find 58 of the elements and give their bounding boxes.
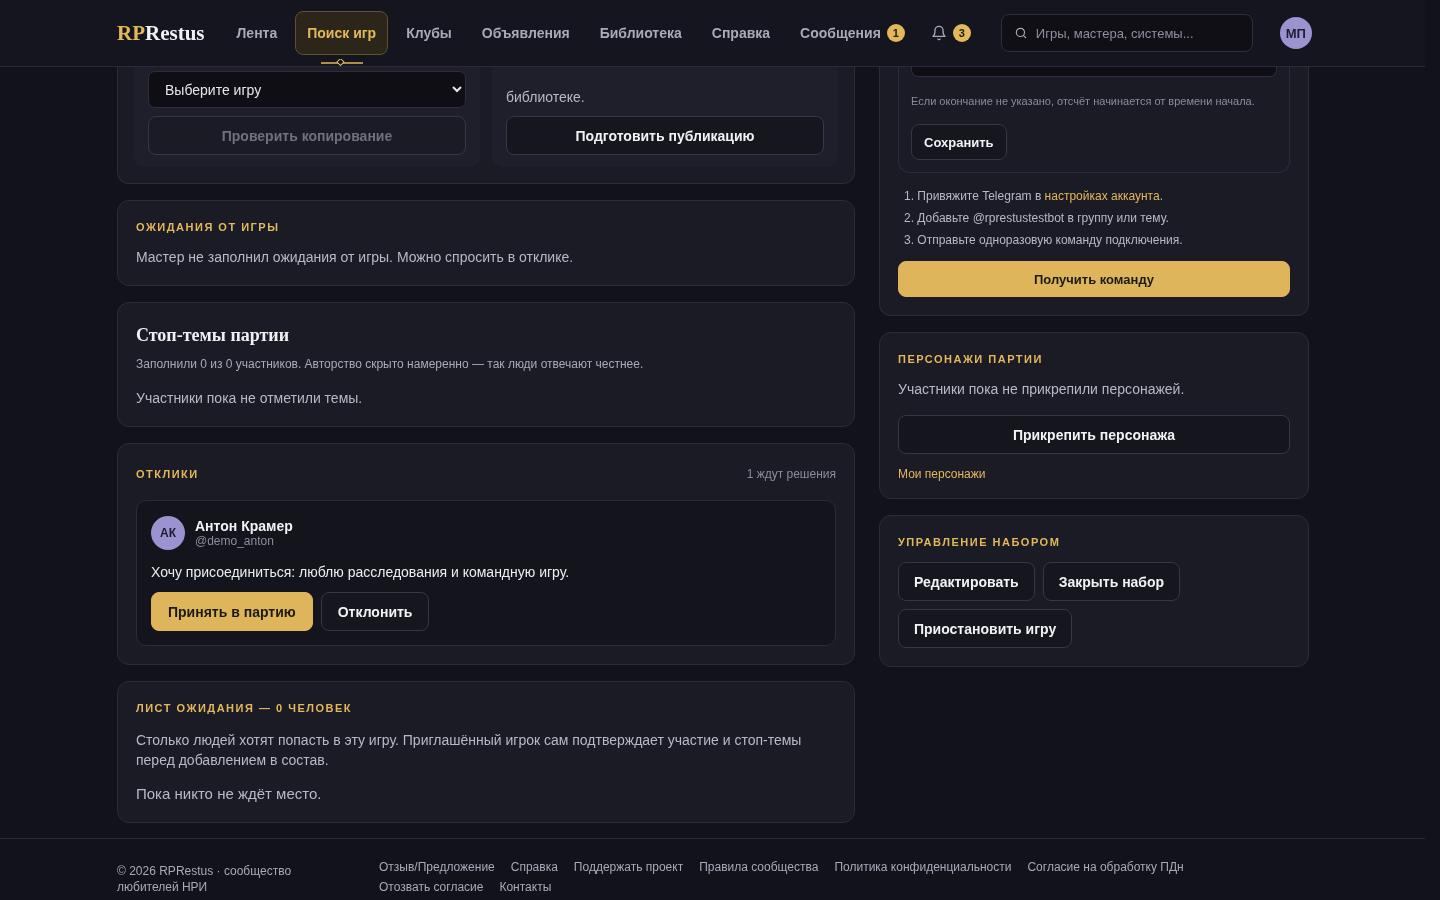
notifications-button[interactable]: 3 [930, 24, 971, 42]
footer-link[interactable]: Поддержать проект [573, 859, 684, 875]
prepare-publication-button[interactable]: Подготовить публикацию [506, 116, 824, 155]
recruitment-button[interactable]: Закрыть набор [1042, 562, 1181, 601]
get-command-button[interactable]: Получить команду [898, 261, 1290, 297]
search-field[interactable]: Игры, мастера, системы... [1000, 14, 1253, 52]
pending-count: 1 ждут решения [746, 466, 836, 483]
section-title: ОЖИДАНИЯ ОТ ИГРЫ [136, 221, 281, 233]
nav-link[interactable]: Объявления [469, 11, 582, 55]
section-title: УПРАВЛЕНИЕ НАБОРОМ [898, 536, 1062, 548]
footer-link[interactable]: Отзыв/Предложение [379, 859, 495, 875]
accept-button[interactable]: Принять в партию [151, 592, 313, 631]
nav-link[interactable]: Справка [699, 11, 783, 55]
decline-button[interactable]: Отклонить [320, 592, 430, 631]
hint-text: Если окончание не указано, отсчёт начинается от времени начала. [911, 94, 1255, 109]
input-field[interactable] [911, 67, 1277, 77]
recruitment-button[interactable]: Приостановить игру [898, 609, 1073, 648]
section-title: ПЕРСОНАЖИ ПАРТИИ [898, 353, 1044, 365]
count-badge: 3 [952, 24, 971, 42]
footer-link[interactable]: Контакты [499, 879, 552, 895]
waitlist-empty-text: Пока никто не ждёт место. [136, 784, 323, 804]
footer-link[interactable]: Справка [510, 859, 558, 875]
attach-character-button[interactable]: Прикрепить персонажа [898, 415, 1290, 454]
user-avatar: АК [151, 516, 185, 550]
waitlist-text: Столько людей хотят попасть в эту игру. Приглашённый игрок сам подтверждает участие и стоп-темы перед добавлением в состав. [136, 731, 803, 770]
recruitment-button[interactable]: Редактировать [898, 562, 1035, 601]
footer-link[interactable]: Политика конфиденциальности [834, 859, 1012, 875]
copyright-text: © 2026 RPRestus · сообщество любителей НРИ [117, 863, 293, 895]
nav-link[interactable]: Библиотека [587, 11, 694, 55]
bell-icon [930, 25, 947, 41]
response-message: Хочу присоединиться: люблю расследования и командную игру. [151, 563, 571, 582]
footer-link[interactable]: Отозвать согласие [379, 879, 484, 895]
save-button[interactable]: Сохранить [911, 124, 1007, 160]
footer-link[interactable]: Согласие на обработку ПДн [1027, 859, 1184, 875]
instruction-step: 1. Привяжите Telegram в настройках аккаунта. [904, 185, 1284, 207]
user-handle: @demo_anton [195, 534, 275, 548]
my-characters-link[interactable]: Мои персонажи [898, 467, 986, 481]
instruction-step: 2. Добавьте @rprestustestbot в группу или тему. [904, 207, 1284, 229]
publish-text: библиотеке. [506, 88, 586, 107]
section-title: ОТКЛИКИ [136, 468, 199, 480]
nav-link[interactable]: Клубы [394, 11, 464, 55]
stop-topics-note: Заполнили 0 из 0 участников. Авторство скрыто намеренно — так люди отвечают честнее. [136, 356, 645, 373]
nav-link[interactable]: Сообщения 1 [788, 11, 917, 55]
user-name: Антон Крамер [195, 518, 293, 534]
search-icon [1013, 26, 1028, 40]
count-badge: 1 [886, 24, 905, 42]
expectations-text: Мастер не заполнил ожидания от игры. Можно спросить в отклике. [136, 248, 575, 267]
characters-text: Участники пока не прикрепили персонажей. [898, 380, 1186, 399]
section-title: Стоп-темы партии [136, 325, 291, 346]
logo[interactable]: RPRestus [117, 20, 205, 46]
settings-link[interactable]: настройках аккаунта [1044, 189, 1160, 203]
footer-link[interactable]: Правила сообщества [699, 859, 819, 875]
stop-topics-text: Участники пока не отметили темы. [136, 389, 364, 408]
user-avatar[interactable]: МП [1279, 17, 1312, 49]
section-title: ЛИСТ ОЖИДАНИЯ — 0 ЧЕЛОВЕК [136, 702, 353, 714]
instruction-step: 3. Отправьте одноразовую команду подключения. [904, 229, 1284, 251]
nav-link[interactable]: Лента [224, 11, 290, 55]
game-select[interactable]: Выберите игру [148, 71, 466, 108]
